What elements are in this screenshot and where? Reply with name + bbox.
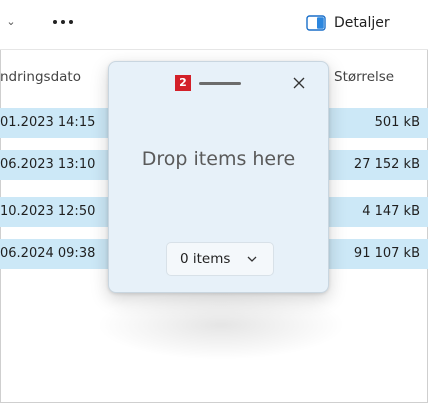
drag-handle[interactable]: [199, 82, 241, 85]
column-header-modified[interactable]: ndringsdato: [0, 64, 81, 90]
dot: [61, 20, 65, 24]
file-size: 91 107 kB: [353, 246, 420, 261]
popup-shadow: [96, 290, 346, 360]
items-count: 0 items: [180, 251, 231, 267]
close-icon: [293, 77, 305, 89]
chevron-down-icon[interactable]: ⌄: [4, 12, 18, 32]
file-modified-date: 01.2023 14:15: [0, 115, 96, 130]
chevron-down-icon: [247, 256, 257, 262]
file-modified-date: 06.2024 09:38: [0, 246, 96, 261]
dot: [53, 20, 57, 24]
file-modified-date: 06.2023 13:10: [0, 157, 96, 172]
details-pane-icon: [306, 15, 326, 31]
popup-badge: 2: [175, 75, 191, 91]
column-header-size[interactable]: Størrelse: [334, 64, 394, 90]
details-pane-button[interactable]: Detaljer: [306, 11, 390, 35]
drop-popup[interactable]: 2 Drop items here 0 items: [108, 61, 329, 293]
file-size: 27 152 kB: [353, 157, 420, 172]
drop-zone-label: Drop items here: [141, 148, 296, 170]
dot: [69, 20, 73, 24]
items-dropdown[interactable]: 0 items: [166, 242, 274, 276]
file-modified-date: 10.2023 12:50: [0, 204, 96, 219]
file-size: 4 147 kB: [362, 204, 420, 219]
details-label: Detaljer: [334, 15, 390, 31]
more-options-button[interactable]: [48, 12, 78, 32]
close-button[interactable]: [285, 70, 313, 96]
toolbar: ⌄ Detaljer: [0, 0, 428, 50]
file-size: 501 kB: [374, 115, 420, 130]
